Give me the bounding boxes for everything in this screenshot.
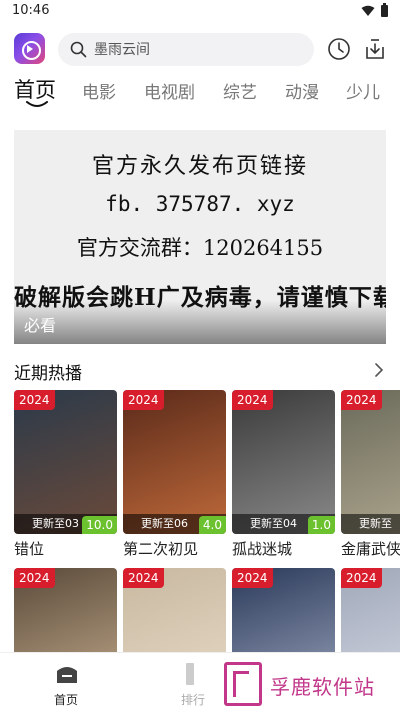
home-icon[interactable] [55, 663, 79, 685]
tab-movies[interactable]: 电影 [82, 78, 116, 103]
tab-active-indicator [26, 101, 48, 107]
tab-kids[interactable]: 少儿 [346, 78, 380, 103]
video-card[interactable]: 2024 [14, 568, 117, 652]
watermark: 孚鹿软件站 [222, 660, 390, 708]
history-icon[interactable] [327, 37, 351, 61]
tab-variety[interactable]: 综艺 [223, 78, 257, 103]
wifi-icon [361, 5, 375, 16]
video-card[interactable]: 2024 更新至 金庸武侠 [341, 390, 400, 562]
poster-image: 2024 [341, 568, 400, 652]
banner-caption: 必看 [24, 316, 57, 335]
card-title: 第二次初见 [123, 540, 199, 558]
poster-image: 2024 更新至04 1.0 [232, 390, 335, 534]
year-badge: 2024 [123, 390, 164, 410]
year-badge: 2024 [341, 568, 382, 588]
nav-home-label[interactable]: 首页 [54, 691, 78, 708]
poster-image: 2024 [123, 568, 226, 652]
year-badge: 2024 [232, 568, 273, 588]
banner-shade [14, 300, 386, 344]
banner-line: 官方永久发布页链接 [91, 154, 308, 179]
status-bar: 10:46 [0, 0, 400, 24]
app-logo[interactable] [14, 33, 45, 64]
watermark-text: 孚鹿软件站 [270, 675, 375, 699]
status-time: 10:46 [12, 3, 50, 18]
year-badge: 2024 [14, 390, 55, 410]
poster-image: 2024 更新至06 4.0 [123, 390, 226, 534]
score-badge: 10.0 [82, 516, 117, 534]
promo-banner[interactable]: 官方永久发布页链接 fb. 375787. xyz 官方交流群：12026415… [14, 130, 386, 344]
watermark-logo-icon [224, 662, 262, 706]
card-title: 金庸武侠 [341, 540, 400, 558]
ranking-icon[interactable] [186, 663, 194, 685]
year-badge: 2024 [341, 390, 382, 410]
poster-image: 2024 [14, 568, 117, 652]
poster-image: 2024 更新至03 10.0 [14, 390, 117, 534]
chevron-right-icon[interactable] [372, 362, 386, 378]
nav-ranking-label[interactable]: 排行 [181, 691, 205, 708]
tab-anime[interactable]: 动漫 [285, 78, 319, 103]
category-tabs: 首页 电影 电视剧 综艺 动漫 少儿 [0, 72, 400, 112]
video-card[interactable]: 2024 [341, 568, 400, 652]
poster-image: 2024 更新至 [341, 390, 400, 534]
section-title: 近期热播 [14, 364, 82, 384]
search-input[interactable] [94, 39, 294, 60]
poster-image: 2024 [232, 568, 335, 652]
banner-line: fb. 375787. xyz [105, 192, 295, 216]
score-badge: 1.0 [307, 516, 335, 534]
year-badge: 2024 [14, 568, 55, 588]
search-box[interactable] [58, 33, 314, 66]
update-status: 更新至03 [32, 517, 79, 530]
year-badge: 2024 [232, 390, 273, 410]
update-status: 更新至04 [250, 517, 297, 530]
year-badge: 2024 [123, 568, 164, 588]
tab-home[interactable]: 首页 [14, 74, 56, 104]
search-icon [70, 41, 87, 58]
card-title: 孤战迷城 [232, 540, 293, 558]
update-status: 更新至 [359, 517, 392, 530]
tab-tv-series[interactable]: 电视剧 [144, 78, 195, 103]
status-icons [361, 3, 388, 17]
score-badge: 4.0 [198, 516, 226, 534]
card-title: 错位 [14, 540, 45, 558]
battery-icon [381, 3, 388, 17]
banner-line: 官方交流群：120264155 [76, 236, 324, 260]
update-status: 更新至06 [141, 517, 188, 530]
video-card[interactable]: 2024 [232, 568, 335, 652]
video-card[interactable]: 2024 [123, 568, 226, 652]
download-icon[interactable] [363, 37, 387, 61]
